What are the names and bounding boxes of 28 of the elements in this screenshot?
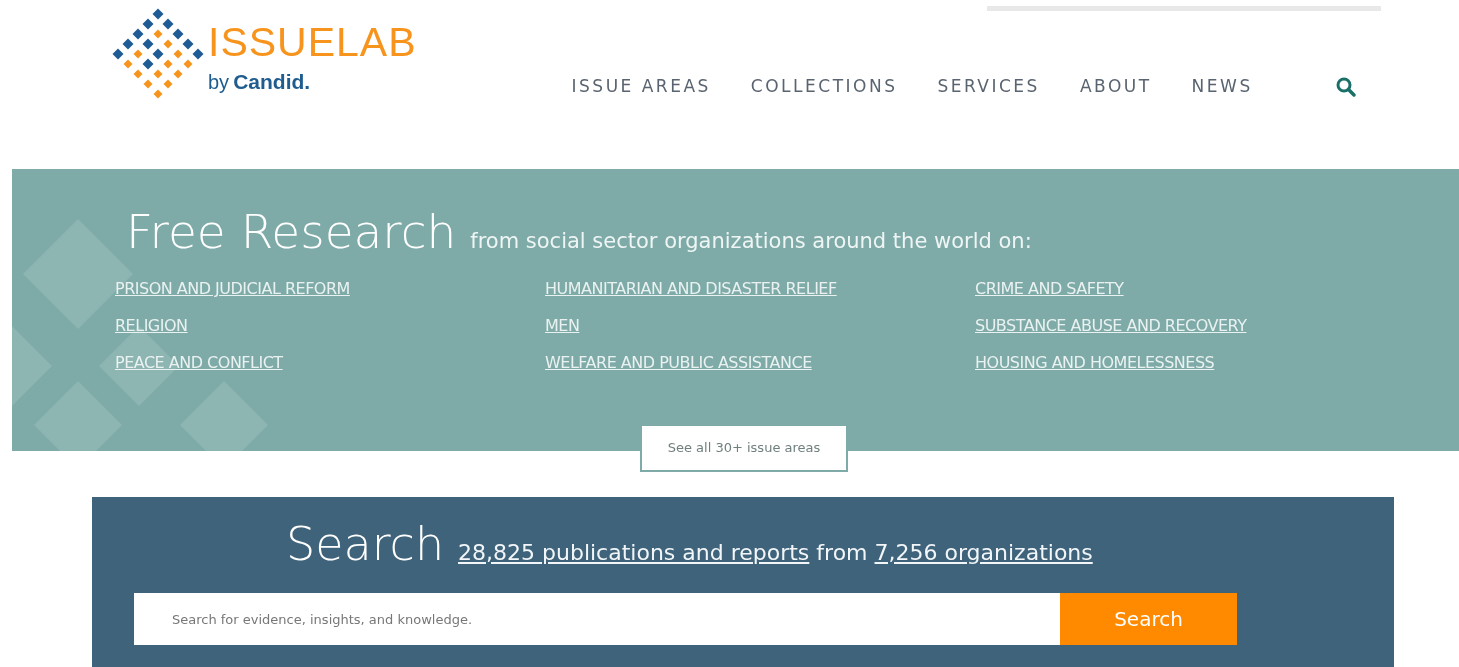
logo-name: ISSUELAB <box>208 20 417 65</box>
issue-area-link[interactable]: SUBSTANCE ABUSE AND RECOVERY <box>975 314 1247 338</box>
logo-byline: by <box>208 70 230 96</box>
nav-link[interactable]: SERVICES <box>937 74 1040 100</box>
issue-area-link[interactable]: PRISON AND JUDICIAL REFORM <box>115 277 350 301</box>
search-stats: 28,825 publications and reports from 7,256 organizations <box>458 539 1093 567</box>
issue-area-link[interactable]: WELFARE AND PUBLIC ASSISTANCE <box>545 351 812 375</box>
issue-area-link[interactable]: CRIME AND SAFETY <box>975 277 1124 301</box>
logo-icon <box>112 8 204 100</box>
issue-area-link[interactable]: PEACE AND CONFLICT <box>115 351 283 375</box>
issue-area-link[interactable]: MEN <box>545 314 580 338</box>
hero-subtitle: from social sector organizations around the world on: <box>470 228 1032 255</box>
see-all-button[interactable]: See all 30+ issue areas <box>640 426 848 472</box>
nav-link[interactable]: ABOUT <box>1079 74 1152 100</box>
issue-area-link[interactable]: RELIGION <box>115 314 188 338</box>
search-field[interactable]: Search for evidence, insights, and knowledge. <box>134 593 1060 645</box>
nav-link[interactable]: ISSUE AREAS <box>571 74 711 100</box>
search-icon[interactable] <box>1334 76 1357 98</box>
issue-area-link[interactable]: HUMANITARIAN AND DISASTER RELIEF <box>545 277 837 301</box>
logo-brand: Candid. <box>233 69 311 96</box>
nav-link[interactable]: COLLECTIONS <box>750 74 898 100</box>
issue-area-link[interactable]: HOUSING AND HOMELESSNESS <box>975 351 1215 375</box>
nav-link[interactable]: NEWS <box>1191 74 1253 100</box>
search-button[interactable]: Search <box>1060 593 1237 645</box>
stats-link[interactable]: 7,256 organizations <box>874 540 1093 565</box>
hero-title: Free Research <box>126 203 457 261</box>
search-title: Search <box>286 516 445 573</box>
stats-link[interactable]: 28,825 publications and reports <box>458 540 810 565</box>
